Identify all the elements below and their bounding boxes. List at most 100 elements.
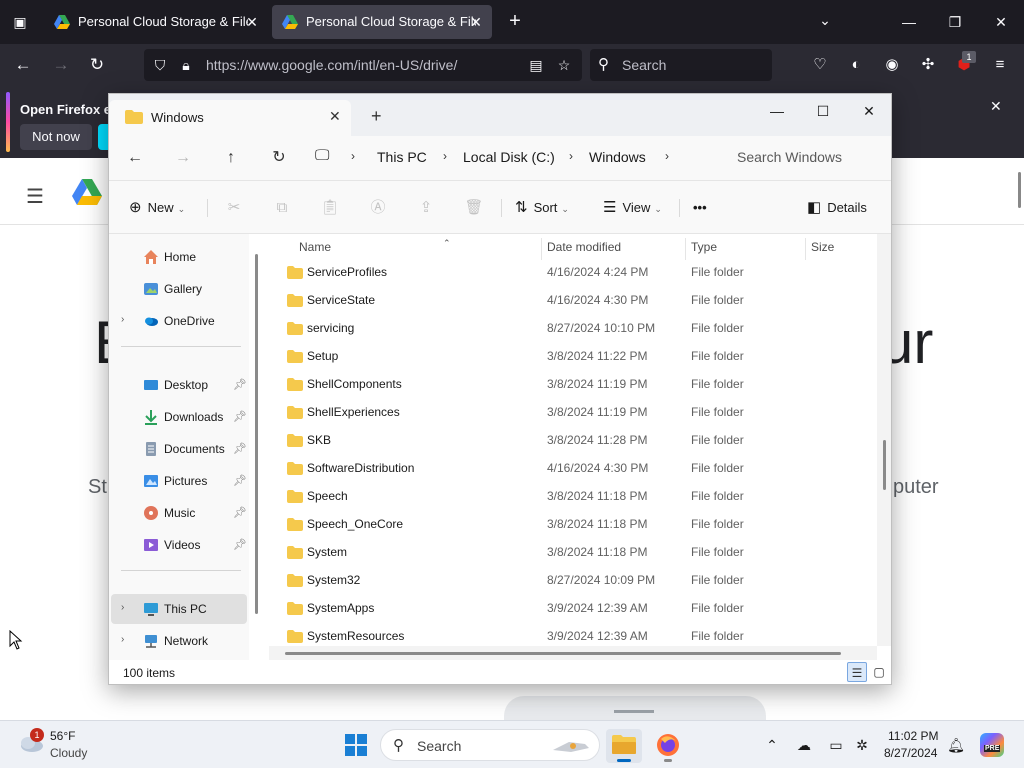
column-header-name[interactable]: Name ⌃	[299, 238, 451, 260]
sidebar-item-documents[interactable]: Documents 📌︎	[111, 434, 247, 464]
table-row[interactable]: Speech 3/8/2024 11:18 PM File folder	[269, 484, 869, 512]
table-row[interactable]: SKB 3/8/2024 11:28 PM File folder	[269, 428, 869, 456]
sort-button[interactable]: ⇅ Sort ⌄	[515, 197, 569, 219]
chevron-right-icon[interactable]: ›	[121, 634, 124, 645]
details-view-icon[interactable]: ☰	[847, 662, 867, 682]
close-tab-icon[interactable]: ✕	[244, 5, 260, 39]
sidebar-item-onedrive[interactable]: › OneDrive	[111, 306, 247, 336]
vertical-scrollbar-thumb[interactable]	[883, 440, 886, 490]
sidebar-item-gallery[interactable]: Gallery	[111, 274, 247, 304]
chevron-right-icon[interactable]: ›	[569, 149, 573, 163]
large-icons-view-icon[interactable]: ▢	[869, 662, 889, 682]
reader-view-icon[interactable]: ▤	[526, 55, 546, 75]
see-more-button[interactable]: •••	[693, 197, 707, 219]
sidebar-item-this-pc[interactable]: › This PC	[111, 594, 247, 624]
sidebar-item-pictures[interactable]: Pictures 📌︎	[111, 466, 247, 496]
url-text[interactable]: https://www.google.com/intl/en-US/drive/	[206, 57, 457, 73]
minimize-icon[interactable]: —	[894, 8, 924, 36]
table-row[interactable]: System32 8/27/2024 10:09 PM File folder	[269, 568, 869, 596]
nav-pane-scrollbar[interactable]	[255, 254, 258, 614]
browser-tab-1[interactable]: Personal Cloud Storage & File S ✕	[44, 5, 268, 39]
pin-icon[interactable]: 📌︎	[233, 442, 247, 455]
table-row[interactable]: SystemApps 3/9/2024 12:39 AM File folder	[269, 596, 869, 624]
delete-icon[interactable]: 🗑︎	[463, 197, 485, 219]
sidebar-item-network[interactable]: › Network	[111, 626, 247, 656]
pin-icon[interactable]: 📌︎	[233, 506, 247, 519]
browser-search-box[interactable]: ⚲ Search	[590, 49, 772, 81]
account-icon[interactable]: ◉	[880, 53, 904, 77]
column-header-type[interactable]: Type	[691, 240, 717, 260]
column-header-size[interactable]: Size	[811, 240, 834, 260]
sidebar-item-music[interactable]: Music 📌︎	[111, 498, 247, 528]
paste-icon[interactable]: 📋︎	[319, 197, 341, 219]
chevron-right-icon[interactable]: ›	[351, 149, 355, 163]
details-button[interactable]: ◧ Details	[807, 197, 867, 219]
table-row[interactable]: System 3/8/2024 11:18 PM File folder	[269, 540, 869, 568]
pin-icon[interactable]: 📌︎	[233, 474, 247, 487]
sidebar-item-videos[interactable]: Videos 📌︎	[111, 530, 247, 560]
firefox-taskbar-icon[interactable]	[650, 729, 686, 763]
menu-icon[interactable]: ≡	[988, 53, 1012, 77]
refresh-icon[interactable]: ↻	[265, 146, 293, 170]
horizontal-scrollbar-thumb[interactable]	[285, 652, 841, 655]
sidebar-item-downloads[interactable]: Downloads 📌︎	[111, 402, 247, 432]
close-window-icon[interactable]: ✕	[849, 98, 889, 124]
forward-icon[interactable]: →	[48, 53, 74, 77]
show-hidden-icons-chevron-icon[interactable]: ⌃	[762, 735, 782, 755]
breadcrumb-item[interactable]: Windows	[589, 149, 646, 165]
back-icon[interactable]: ←	[121, 146, 149, 170]
table-row[interactable]: SoftwareDistribution 4/16/2024 4:30 PM Fil…	[269, 456, 869, 484]
column-divider[interactable]	[805, 238, 806, 260]
onedrive-offline-icon[interactable]: ☁	[794, 735, 814, 755]
new-button[interactable]: ⊕ New ⌄	[129, 197, 185, 219]
restore-icon[interactable]: ❐	[940, 8, 970, 36]
new-tab-button[interactable]: +	[371, 106, 382, 127]
pin-icon[interactable]: 📌︎	[233, 378, 247, 391]
column-divider[interactable]	[541, 238, 542, 260]
table-row[interactable]: Setup 3/8/2024 11:22 PM File folder	[269, 344, 869, 372]
not-now-button[interactable]: Not now	[20, 124, 92, 150]
table-row[interactable]: ServiceProfiles 4/16/2024 4:24 PM File fol…	[269, 260, 869, 288]
close-tab-icon[interactable]: ✕	[468, 5, 484, 39]
clock-time[interactable]: 11:02 PM	[888, 729, 938, 743]
pin-icon[interactable]: 📌︎	[233, 538, 247, 551]
reload-icon[interactable]: ↻	[84, 53, 110, 77]
table-row[interactable]: ServiceState 4/16/2024 4:30 PM File folder	[269, 288, 869, 316]
chevron-right-icon[interactable]: ›	[121, 314, 124, 325]
table-row[interactable]: ShellComponents 3/8/2024 11:19 PM File fol…	[269, 372, 869, 400]
shield-icon[interactable]: ⛉	[150, 55, 170, 75]
lock-icon[interactable]: 🔒︎	[176, 55, 196, 75]
maximize-icon[interactable]: ☐	[803, 98, 843, 124]
panel-handle[interactable]	[614, 710, 654, 713]
browser-tab-2[interactable]: Personal Cloud Storage & File S ✕	[272, 5, 492, 39]
pocket-icon[interactable]: ♡	[808, 53, 832, 77]
display-icon[interactable]: ▭	[826, 735, 846, 755]
search-windows-input[interactable]: Search Windows	[713, 142, 887, 172]
share-icon[interactable]: ⇪	[415, 197, 437, 219]
close-tab-icon[interactable]: ✕	[329, 108, 341, 125]
hamburger-menu-icon[interactable]: ☰	[26, 184, 46, 209]
vpn-icon[interactable]: ◐	[844, 53, 868, 77]
back-icon[interactable]: ←	[10, 53, 36, 77]
table-row[interactable]: ShellExperiences 3/8/2024 11:19 PM File fo…	[269, 400, 869, 428]
minimize-icon[interactable]: —	[757, 98, 797, 124]
firefox-view-icon[interactable]: ▣	[8, 12, 32, 32]
rename-icon[interactable]: Ⓐ	[367, 197, 389, 219]
taskbar-search-box[interactable]: ⚲ Search	[380, 729, 600, 761]
new-tab-button[interactable]: +	[504, 10, 526, 34]
breadcrumb-item[interactable]: This PC	[377, 149, 427, 165]
notification-bell-icon[interactable]: 🔔︎	[946, 735, 966, 755]
chevron-right-icon[interactable]: ›	[665, 149, 669, 163]
forward-icon[interactable]: →	[169, 146, 197, 170]
chevron-right-icon[interactable]: ›	[443, 149, 447, 163]
chevron-right-icon[interactable]: ›	[121, 602, 124, 613]
copilot-icon[interactable]: PRE	[980, 733, 1004, 757]
clock-date[interactable]: 8/27/2024	[884, 746, 937, 760]
breadcrumb-item[interactable]: Local Disk (C:)	[463, 149, 555, 165]
table-row[interactable]: Speech_OneCore 3/8/2024 11:18 PM File fold…	[269, 512, 869, 540]
windows-start-icon[interactable]	[345, 734, 367, 756]
column-header-date-modified[interactable]: Date modified	[547, 240, 621, 260]
table-row[interactable]: servicing 8/27/2024 10:10 PM File folder	[269, 316, 869, 344]
view-button[interactable]: ☰ View ⌄	[603, 197, 662, 219]
bookmark-star-icon[interactable]: ☆	[554, 55, 574, 75]
